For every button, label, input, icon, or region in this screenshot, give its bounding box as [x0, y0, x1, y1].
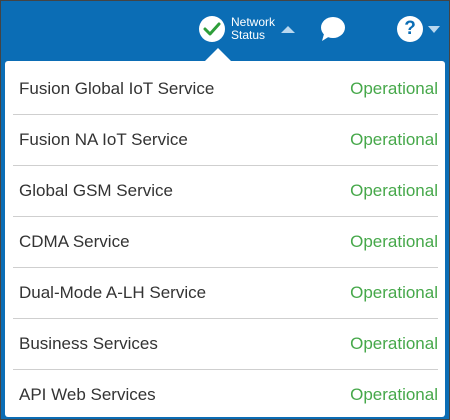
chat-bubble-icon — [321, 17, 345, 41]
check-circle-icon — [199, 16, 225, 42]
service-row[interactable]: CDMA Service Operational — [13, 217, 438, 268]
service-status: Operational — [350, 283, 438, 302]
service-name: API Web Services — [19, 385, 156, 404]
service-status: Operational — [350, 232, 438, 251]
service-status: Operational — [350, 130, 438, 149]
network-status-label-line2: Status — [231, 28, 266, 42]
service-status: Operational — [350, 334, 438, 353]
service-row[interactable]: Business Services Operational — [13, 319, 438, 370]
service-status: Operational — [350, 181, 438, 200]
service-name: CDMA Service — [19, 232, 130, 251]
network-status-dropdown: Fusion Global IoT Service Operational Fu… — [5, 61, 445, 417]
top-bar: Network Status ? — [1, 1, 449, 61]
service-row[interactable]: Dual-Mode A-LH Service Operational — [13, 268, 438, 319]
service-name: Fusion NA IoT Service — [19, 130, 188, 149]
service-status: Operational — [350, 79, 438, 98]
dropdown-pointer — [205, 48, 231, 61]
service-status: Operational — [350, 385, 438, 404]
service-name: Fusion Global IoT Service — [19, 79, 215, 98]
service-row[interactable]: Global GSM Service Operational — [13, 166, 438, 217]
network-status-label: Network Status — [231, 16, 275, 42]
service-name: Global GSM Service — [19, 181, 173, 200]
caret-up-icon — [281, 25, 296, 33]
network-status-button[interactable]: Network Status — [199, 13, 296, 45]
help-circle-icon: ? — [397, 16, 423, 42]
service-name: Business Services — [19, 334, 158, 353]
chat-button[interactable] — [319, 15, 347, 43]
service-row[interactable]: Fusion Global IoT Service Operational — [13, 64, 438, 115]
service-row[interactable]: Fusion NA IoT Service Operational — [13, 115, 438, 166]
service-name: Dual-Mode A-LH Service — [19, 283, 207, 302]
help-symbol: ? — [404, 18, 416, 39]
help-menu-button[interactable]: ? — [397, 15, 440, 43]
window-frame: Network Status ? Fusion Global IoT Servi… — [0, 0, 450, 420]
caret-down-icon — [428, 25, 440, 33]
service-row[interactable]: API Web Services Operational — [13, 370, 438, 420]
